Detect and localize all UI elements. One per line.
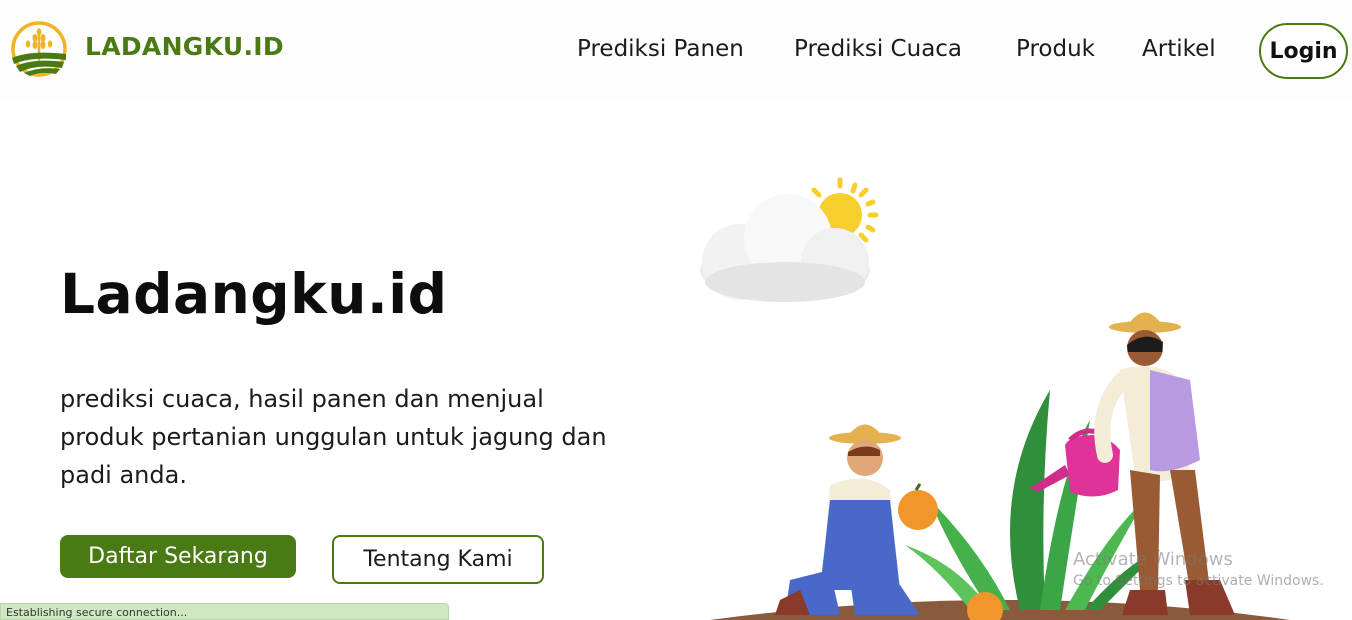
farmers-illustration [700,177,1290,620]
site-header: LADANGKU.ID Prediksi Panen Prediksi Cuac… [0,0,1352,102]
activate-windows-subtitle: Go to Settings to activate Windows. [1073,573,1324,589]
nav-link-artikel[interactable]: Artikel [1142,36,1216,62]
register-button[interactable]: Daftar Sekarang [60,535,296,578]
about-us-button[interactable]: Tentang Kami [332,535,544,584]
hero-title: Ladangku.id [60,262,448,326]
browser-status-bar: Establishing secure connection... [0,603,449,620]
nav-link-prediksi-panen[interactable]: Prediksi Panen [577,36,744,62]
wheat-field-logo-icon[interactable] [10,20,68,78]
login-button[interactable]: Login [1259,23,1348,79]
activate-windows-title: Activate Windows [1073,549,1233,570]
nav-link-prediksi-cuaca[interactable]: Prediksi Cuaca [794,36,962,62]
hero-description: prediksi cuaca, hasil panen dan menjual … [60,385,607,489]
nav-link-produk[interactable]: Produk [1016,36,1095,62]
brand-name[interactable]: LADANGKU.ID [85,32,284,61]
